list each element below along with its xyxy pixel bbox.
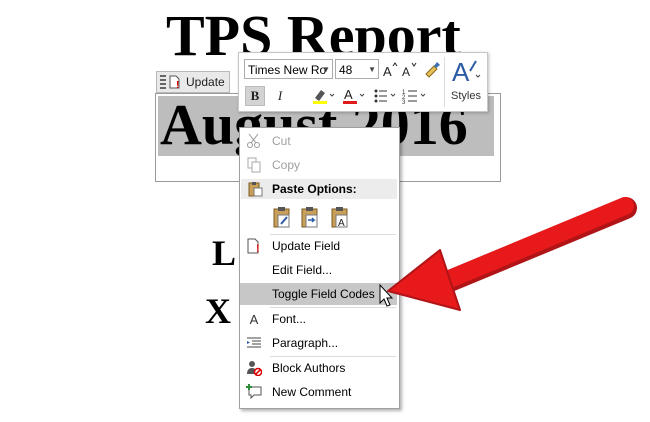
annotation-arrow bbox=[379, 197, 637, 311]
red-arrow-icon bbox=[387, 197, 637, 311]
